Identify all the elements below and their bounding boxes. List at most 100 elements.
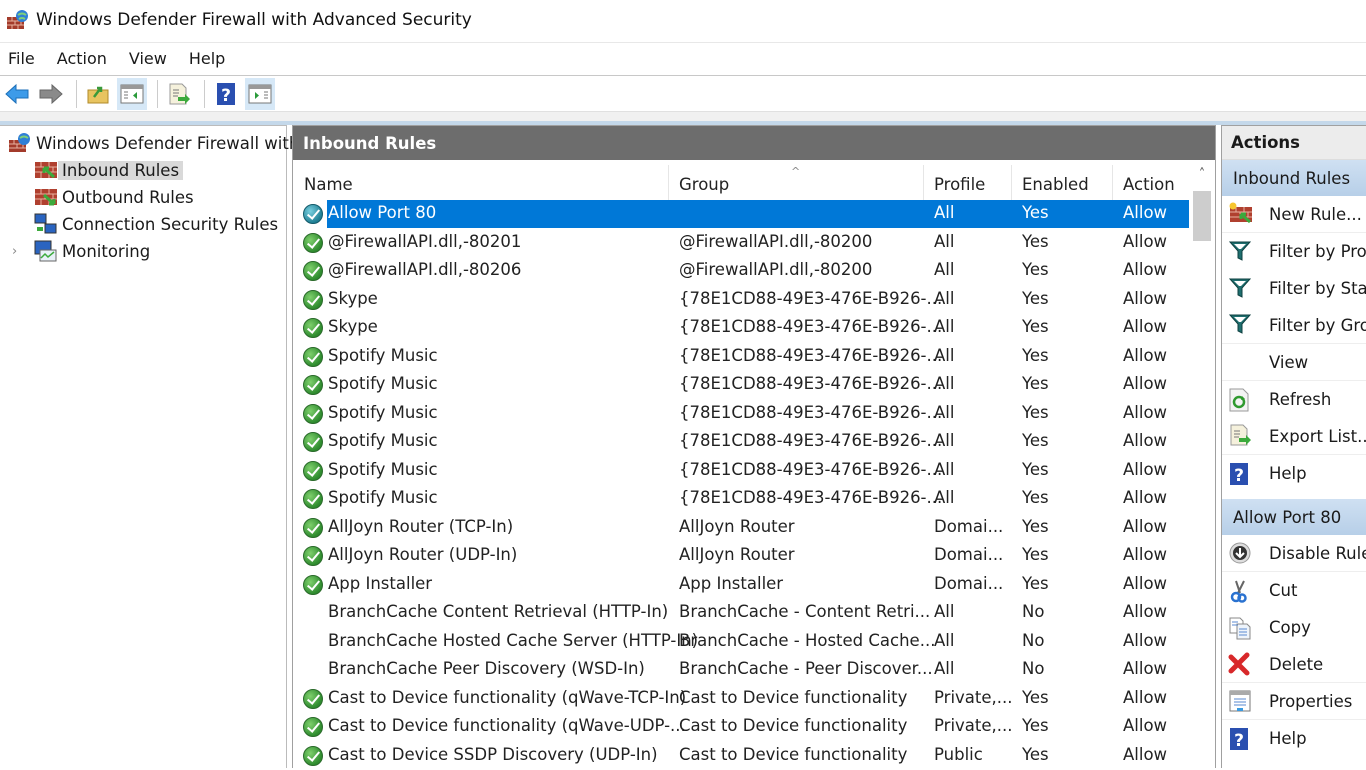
- cell-name: @FirewallAPI.dll,-80201: [328, 232, 521, 251]
- table-row[interactable]: Cast to Device SSDP Discovery (UDP-In)Ca…: [293, 742, 1189, 770]
- cell-action: Allow: [1123, 232, 1167, 251]
- tree-item-outbound-rules[interactable]: Outbound Rules: [34, 184, 198, 210]
- column-header-name[interactable]: Name: [304, 175, 353, 194]
- column-header-group[interactable]: Group: [679, 175, 729, 194]
- cell-group: Cast to Device functionality: [679, 745, 907, 764]
- rule-enabled-icon: [303, 347, 323, 367]
- selection-highlight: [327, 200, 1189, 228]
- action-properties[interactable]: Properties: [1222, 683, 1366, 720]
- table-row[interactable]: Skype{78E1CD88-49E3-476E-B926-...AllYesA…: [293, 286, 1189, 315]
- action-delete[interactable]: Delete: [1222, 646, 1366, 683]
- cell-enabled: Yes: [1022, 317, 1049, 336]
- action-refresh[interactable]: Refresh: [1222, 381, 1366, 418]
- action-filter-by-state[interactable]: Filter by State: [1222, 270, 1366, 307]
- table-row[interactable]: Spotify Music{78E1CD88-49E3-476E-B926-..…: [293, 428, 1189, 457]
- table-row[interactable]: Spotify Music{78E1CD88-49E3-476E-B926-..…: [293, 371, 1189, 400]
- action-export-list[interactable]: Export List...: [1222, 418, 1366, 455]
- table-row[interactable]: BranchCache Hosted Cache Server (HTTP-In…: [293, 628, 1189, 657]
- actions-section-header[interactable]: Allow Port 80: [1222, 499, 1366, 535]
- menu-file[interactable]: File: [8, 49, 35, 68]
- help-button[interactable]: ?: [211, 78, 241, 110]
- menu-view[interactable]: View: [129, 49, 167, 68]
- cell-name: Cast to Device functionality (qWave-UDP-…: [328, 716, 686, 735]
- table-row[interactable]: @FirewallAPI.dll,-80201@FirewallAPI.dll,…: [293, 229, 1189, 258]
- vertical-scrollbar[interactable]: ˄: [1189, 161, 1215, 769]
- column-separator[interactable]: [1011, 165, 1012, 200]
- tree-item-monitoring[interactable]: › Monitoring: [12, 238, 154, 264]
- table-row[interactable]: AllJoyn Router (TCP-In)AllJoyn RouterDom…: [293, 514, 1189, 543]
- cell-name: @FirewallAPI.dll,-80206: [328, 260, 521, 279]
- column-separator[interactable]: [923, 165, 924, 200]
- blank-icon: [1228, 350, 1256, 374]
- rule-enabled-icon: [303, 233, 323, 253]
- table-row[interactable]: AllJoyn Router (UDP-In)AllJoyn RouterDom…: [293, 542, 1189, 571]
- show-hide-action-pane-button[interactable]: [245, 78, 275, 110]
- up-one-level-button[interactable]: [83, 78, 113, 110]
- table-row[interactable]: Spotify Music{78E1CD88-49E3-476E-B926-..…: [293, 457, 1189, 486]
- cell-action: Allow: [1123, 431, 1167, 450]
- table-row[interactable]: App InstallerApp InstallerDomai...YesAll…: [293, 571, 1189, 600]
- help-icon: ?: [1228, 727, 1256, 751]
- cell-action: Allow: [1123, 659, 1167, 678]
- table-row[interactable]: BranchCache Content Retrieval (HTTP-In)B…: [293, 599, 1189, 628]
- scroll-up-icon[interactable]: ˄: [1189, 161, 1215, 187]
- action-label: Help: [1269, 464, 1307, 483]
- column-separator[interactable]: [668, 165, 669, 200]
- action-view[interactable]: View: [1222, 344, 1366, 381]
- column-header-action[interactable]: Action: [1123, 175, 1175, 194]
- rule-enabled-icon: [303, 575, 323, 595]
- action-filter-by-group[interactable]: Filter by Group: [1222, 307, 1366, 344]
- action-cut[interactable]: Cut: [1222, 572, 1366, 609]
- cell-group: {78E1CD88-49E3-476E-B926-...: [679, 431, 942, 450]
- cell-name: Allow Port 80: [328, 203, 436, 222]
- action-filter-by-profile[interactable]: Filter by Profile: [1222, 233, 1366, 270]
- table-row[interactable]: @FirewallAPI.dll,-80206@FirewallAPI.dll,…: [293, 257, 1189, 286]
- table-row[interactable]: Spotify Music{78E1CD88-49E3-476E-B926-..…: [293, 343, 1189, 372]
- cell-action: Allow: [1123, 374, 1167, 393]
- action-copy[interactable]: Copy: [1222, 609, 1366, 646]
- tree-item-inbound-rules[interactable]: Inbound Rules: [34, 157, 183, 183]
- cell-enabled: Yes: [1022, 403, 1049, 422]
- forward-button[interactable]: [36, 78, 66, 110]
- table-row[interactable]: BranchCache Peer Discovery (WSD-In)Branc…: [293, 656, 1189, 685]
- table-row[interactable]: Cast to Device functionality (qWave-TCP-…: [293, 685, 1189, 714]
- cell-profile: Public: [934, 745, 983, 764]
- action-new-rule[interactable]: New Rule...: [1222, 196, 1366, 233]
- cell-enabled: Yes: [1022, 488, 1049, 507]
- table-row[interactable]: Cast to Device functionality (qWave-UDP-…: [293, 713, 1189, 742]
- firewall-app-icon: [6, 9, 30, 31]
- action-help[interactable]: ?Help: [1222, 720, 1366, 757]
- actions-section-header[interactable]: Inbound Rules: [1222, 160, 1366, 196]
- back-button[interactable]: [2, 78, 32, 110]
- expand-chevron-icon[interactable]: ›: [12, 244, 34, 259]
- table-row[interactable]: Spotify Music{78E1CD88-49E3-476E-B926-..…: [293, 485, 1189, 514]
- cell-profile: Domai...: [934, 517, 1003, 536]
- action-label: Disable Rule: [1269, 544, 1366, 563]
- actions-pane: Actions Inbound RulesNew Rule...Filter b…: [1221, 125, 1366, 768]
- filter-icon: [1228, 277, 1256, 301]
- cell-name: Spotify Music: [328, 374, 438, 393]
- table-row[interactable]: Spotify Music{78E1CD88-49E3-476E-B926-..…: [293, 400, 1189, 429]
- copy-icon: [1228, 616, 1256, 640]
- cell-action: Allow: [1123, 545, 1167, 564]
- action-disable-rule[interactable]: Disable Rule: [1222, 535, 1366, 572]
- rule-enabled-icon: [303, 290, 323, 310]
- action-help[interactable]: ?Help: [1222, 455, 1366, 492]
- tree-item-connection-security-rules[interactable]: Connection Security Rules: [34, 211, 282, 237]
- tree-root[interactable]: Windows Defender Firewall with: [8, 130, 303, 156]
- rule-enabled-icon: [303, 489, 323, 509]
- cell-profile: All: [934, 602, 954, 621]
- scroll-thumb[interactable]: [1193, 191, 1211, 241]
- table-row[interactable]: Allow Port 80AllYesAllow: [293, 200, 1189, 229]
- column-header-profile[interactable]: Profile: [934, 175, 985, 194]
- action-label: Export List...: [1269, 427, 1366, 446]
- export-list-button[interactable]: [164, 78, 194, 110]
- disable-rule-icon: [1228, 541, 1256, 565]
- menu-action[interactable]: Action: [57, 49, 107, 68]
- column-header-enabled[interactable]: Enabled: [1022, 175, 1089, 194]
- menu-help[interactable]: Help: [189, 49, 225, 68]
- firewall-icon: [8, 132, 32, 154]
- show-hide-console-tree-button[interactable]: [117, 78, 147, 110]
- table-row[interactable]: Skype{78E1CD88-49E3-476E-B926-...AllYesA…: [293, 314, 1189, 343]
- column-separator[interactable]: [1112, 165, 1113, 200]
